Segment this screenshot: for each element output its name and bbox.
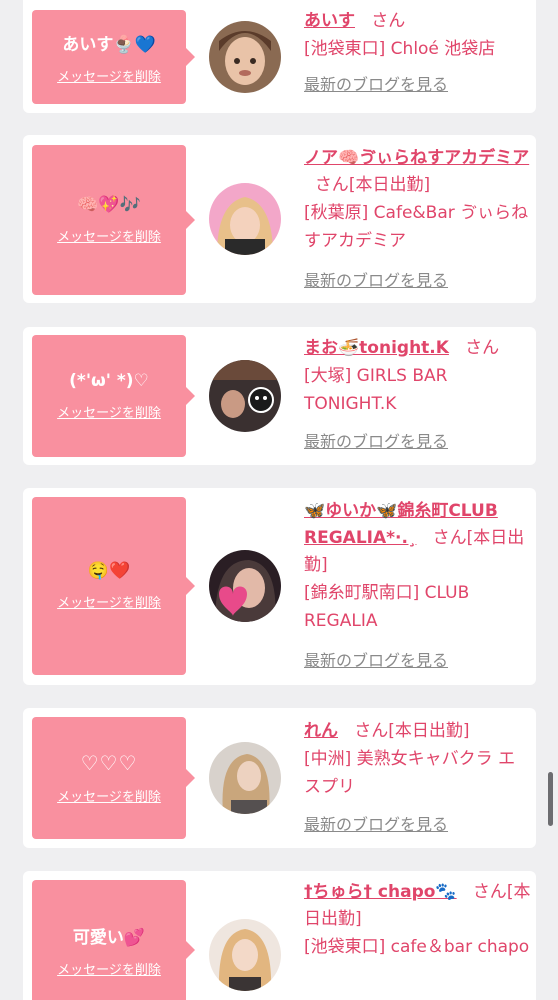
avatar[interactable] xyxy=(209,360,281,432)
girl-name-link[interactable]: あいす xyxy=(304,11,355,31)
delete-message-link[interactable]: メッセージを削除 xyxy=(57,959,161,978)
delete-message-link[interactable]: メッセージを削除 xyxy=(57,226,161,245)
favorite-card: 可愛い💕 メッセージを削除 †ちゅら† chapo🐾 さん[本日出勤] [池袋東… xyxy=(23,871,536,1000)
girl-photo-icon xyxy=(209,360,281,432)
scrollbar-thumb[interactable] xyxy=(548,772,553,826)
girl-photo-icon xyxy=(209,550,281,622)
honorific: さん xyxy=(472,882,507,902)
latest-blog-link[interactable]: 最新のブログを見る xyxy=(304,267,448,291)
message-bubble: 可愛い💕 メッセージを削除 xyxy=(32,880,195,1000)
favorite-info: 🦋ゆいか🦋錦糸町CLUB REGALIA*·.¸ さん[本日出勤] [錦糸町駅南… xyxy=(304,498,532,671)
message-text: 🧠💖🎶 xyxy=(77,195,141,215)
girl-photo-icon xyxy=(209,919,281,991)
girl-photo-icon xyxy=(209,742,281,814)
delete-message-link[interactable]: メッセージを削除 xyxy=(57,592,161,611)
favorite-info: あいす さん [池袋東口] Chloé 池袋店 最新のブログを見る xyxy=(304,8,532,95)
message-bubble: 🧠💖🎶 メッセージを削除 xyxy=(32,145,195,295)
girl-name-link[interactable]: まお🍜tonight.K xyxy=(304,338,449,358)
message-bubble: あいす🍨💙 メッセージを削除 xyxy=(32,10,195,104)
avatar[interactable] xyxy=(209,742,281,814)
favorite-card: あいす🍨💙 メッセージを削除 あいす さん [池袋東口] Chloé 池袋店 最… xyxy=(23,0,536,113)
honorific: さん xyxy=(354,721,389,741)
honorific: さん xyxy=(371,11,406,31)
shop-name: [池袋東口] Chloé 池袋店 xyxy=(304,39,496,59)
avatar[interactable] xyxy=(209,183,281,255)
favorite-card: 🧠💖🎶 メッセージを削除 ノア🧠ゔぃらねすアカデミア さん[本日出勤] [秋葉原… xyxy=(23,135,536,303)
latest-blog-link[interactable]: 最新のブログを見る xyxy=(304,811,448,835)
shop-name: [錦糸町駅南口] CLUB REGALIA xyxy=(304,583,470,631)
girl-photo-icon xyxy=(209,183,281,255)
favorite-card: (*'ω' *)♡ メッセージを削除 まお🍜tonight.K さん [大塚] … xyxy=(23,327,536,465)
girl-photo-icon xyxy=(209,21,281,93)
work-status: [本日出勤] xyxy=(348,175,431,195)
shop-name: [中洲] 美熟女キャバクラ エスプリ xyxy=(304,749,516,797)
girl-name-link[interactable]: †ちゅら† chapo🐾 xyxy=(304,882,457,902)
message-text: 🤤❤️ xyxy=(87,561,131,581)
message-bubble: (*'ω' *)♡ メッセージを削除 xyxy=(32,335,195,457)
delete-message-link[interactable]: メッセージを削除 xyxy=(57,786,161,805)
latest-blog-link[interactable]: 最新のブログを見る xyxy=(304,647,448,671)
message-text: ♡♡♡ xyxy=(80,751,138,775)
honorific: さん xyxy=(432,528,467,548)
delete-message-link[interactable]: メッセージを削除 xyxy=(57,66,161,85)
shop-name: [大塚] GIRLS BAR TONIGHT.K xyxy=(304,366,448,414)
favorite-card: 🤤❤️ メッセージを削除 🦋ゆいか🦋錦糸町CLUB REGALIA*·.¸ さん… xyxy=(23,488,536,685)
message-text: 可愛い💕 xyxy=(72,927,146,948)
favorite-info: †ちゅら† chapo🐾 さん[本日出勤] [池袋東口] cafe＆bar ch… xyxy=(304,879,532,961)
message-bubble: 🤤❤️ メッセージを削除 xyxy=(32,497,195,675)
message-bubble: ♡♡♡ メッセージを削除 xyxy=(32,717,195,839)
avatar[interactable] xyxy=(209,919,281,991)
favorite-info: ノア🧠ゔぃらねすアカデミア さん[本日出勤] [秋葉原] Cafe&Bar ゔぃ… xyxy=(304,145,532,291)
work-status: [本日出勤] xyxy=(388,721,470,741)
honorific: さん xyxy=(314,175,349,195)
delete-message-link[interactable]: メッセージを削除 xyxy=(57,402,161,421)
favorite-info: れん さん[本日出勤] [中洲] 美熟女キャバクラ エスプリ 最新のブログを見る xyxy=(304,718,532,835)
latest-blog-link[interactable]: 最新のブログを見る xyxy=(304,71,448,95)
message-text: (*'ω' *)♡ xyxy=(69,371,149,391)
message-text: あいす🍨💙 xyxy=(62,34,156,55)
avatar[interactable] xyxy=(209,21,281,93)
girl-name-link[interactable]: れん xyxy=(304,721,338,741)
shop-name: [池袋東口] cafe＆bar chapo xyxy=(304,937,530,957)
latest-blog-link[interactable]: 最新のブログを見る xyxy=(304,428,448,452)
girl-name-link[interactable]: ノア🧠ゔぃらねすアカデミア xyxy=(304,148,529,168)
honorific: さん xyxy=(465,338,500,358)
avatar[interactable] xyxy=(209,550,281,622)
favorites-page: あいす🍨💙 メッセージを削除 あいす さん [池袋東口] Chloé 池袋店 最… xyxy=(0,0,558,1000)
shop-name: [秋葉原] Cafe&Bar ゔぃらねすアカデミア xyxy=(304,203,529,251)
favorite-card: ♡♡♡ メッセージを削除 れん さん[本日出勤] [中洲] 美熟女キャバクラ エ… xyxy=(23,708,536,848)
favorite-info: まお🍜tonight.K さん [大塚] GIRLS BAR TONIGHT.K… xyxy=(304,335,532,452)
